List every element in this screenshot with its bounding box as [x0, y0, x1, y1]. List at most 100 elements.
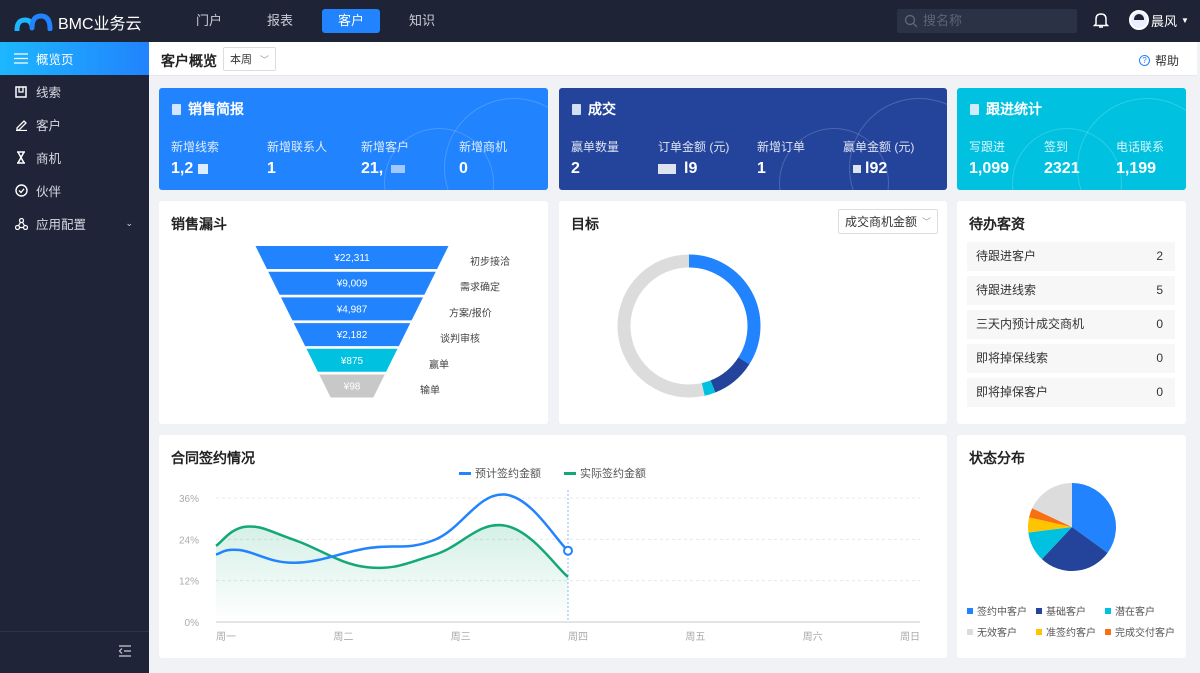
- sales-brief-card: 销售简报 新增线索 1,2 新增联系人 1 新增客户 21, 新增商机 0: [159, 88, 548, 190]
- funnel-value: ¥875: [340, 356, 364, 367]
- donut-segment: [617, 254, 705, 398]
- funnel-stage-label: 输单: [420, 384, 440, 397]
- followup-card: 跟进统计 写跟进 1,099 签到 2321 电话联系 1,199: [957, 88, 1186, 190]
- funnel-value: ¥98: [343, 382, 361, 393]
- deals-card: 成交 赢单数量 2 订单金额 (元) l9 新增订单 1 赢单金额 (元) l92: [559, 88, 947, 190]
- funnel-stage-label: 需求确定: [460, 281, 500, 294]
- stat-label: 写跟进: [969, 140, 1006, 154]
- todo-label: 三天内预计成交商机: [976, 317, 1085, 331]
- target-donut-chart: [617, 254, 761, 398]
- stat-label: 新增客户: [361, 140, 410, 154]
- share-nodes-icon: [14, 217, 28, 230]
- sidebar-item-customers[interactable]: 客户: [0, 108, 149, 141]
- period-value: 本周: [230, 54, 252, 66]
- pen-icon: [14, 119, 28, 131]
- legend-item[interactable]: 潜在客户: [1105, 603, 1155, 618]
- y-tick-label: 24%: [179, 535, 199, 546]
- sidebar-item-partners[interactable]: 伙伴: [0, 174, 149, 207]
- pie-chart: [1028, 483, 1116, 571]
- help-link[interactable]: ? 帮助: [1138, 52, 1179, 69]
- user-menu[interactable]: 晨风 ▼: [1129, 10, 1189, 30]
- funnel-value: ¥22,311: [333, 253, 370, 264]
- sidebar-item-label: 商机: [36, 152, 62, 166]
- todo-item[interactable]: 即将掉保客户 0: [967, 378, 1175, 407]
- period-select[interactable]: 本周 ﹀: [223, 47, 276, 71]
- sidebar-item-label: 线索: [36, 86, 62, 100]
- sidebar-footer: [0, 631, 149, 673]
- sidebar-item-label: 客户: [36, 119, 62, 133]
- legend-label: 完成交付客户: [1115, 628, 1175, 639]
- search-input[interactable]: 搜名称: [897, 9, 1077, 33]
- funnel-stage-label: 方案/报价: [449, 306, 492, 319]
- card-title: 销售简报: [188, 101, 244, 117]
- legend-item[interactable]: 准签约客户: [1036, 624, 1096, 639]
- todo-label: 即将掉保客户: [976, 385, 1049, 399]
- stat-value: 1: [757, 160, 766, 177]
- stat-label: 赢单数量: [571, 140, 620, 154]
- nav-knowledge[interactable]: 知识: [393, 9, 451, 33]
- collapse-sidebar-icon[interactable]: [118, 645, 132, 657]
- sidebar-item-opportunities[interactable]: 商机: [0, 141, 149, 174]
- masked-digit: [853, 164, 861, 173]
- nav-portal[interactable]: 门户: [180, 9, 238, 33]
- bell-icon[interactable]: [1093, 11, 1109, 29]
- funnel-stage-label: 初步接洽: [470, 255, 510, 268]
- legend-item[interactable]: 无效客户: [967, 624, 1017, 639]
- help-icon: ?: [1138, 55, 1150, 66]
- card-title: 跟进统计: [986, 101, 1042, 117]
- stat-label: 新增联系人: [267, 140, 328, 154]
- todo-item[interactable]: 即将掉保线索 0: [967, 344, 1175, 373]
- legend-item[interactable]: 签约中客户: [967, 603, 1027, 618]
- help-label: 帮助: [1154, 54, 1179, 68]
- todo-label: 即将掉保线索: [976, 351, 1049, 365]
- stat-label: 新增商机: [459, 140, 508, 154]
- sidebar-item-label: 伙伴: [36, 185, 62, 199]
- legend-item[interactable]: 基础客户: [1036, 603, 1086, 618]
- stat-value: 1,199: [1116, 160, 1157, 177]
- funnel-chart: ¥22,311 初步接洽 ¥9,009 需求确定 ¥4,987 方案/报价 ¥2,182 谈判…: [255, 246, 510, 398]
- stat-value: 0: [459, 160, 468, 177]
- donut-segment: [701, 380, 716, 396]
- stat-label: 新增订单: [757, 140, 806, 154]
- x-tick-label: 周三: [451, 631, 471, 643]
- todo-count: 0: [1156, 351, 1163, 365]
- sidebar-item-app-config[interactable]: 应用配置 ⌄: [0, 207, 149, 240]
- y-tick-label: 36%: [179, 494, 199, 505]
- funnel-value: ¥2,182: [336, 330, 368, 341]
- legend-label: 潜在客户: [1115, 607, 1155, 618]
- stat-label: 签到: [1044, 140, 1069, 154]
- sidebar-item-label: 概览页: [36, 53, 74, 67]
- todo-item[interactable]: 待跟进线索 5: [967, 276, 1175, 305]
- legend-swatch: [1105, 628, 1111, 635]
- todo-count: 5: [1156, 283, 1163, 297]
- stat-value: 1: [267, 160, 276, 177]
- legend-swatch: [967, 628, 973, 635]
- hourglass-icon: [14, 151, 28, 164]
- clue-icon: [14, 85, 28, 98]
- stat-value: l9: [684, 160, 698, 177]
- document-icon: [970, 103, 979, 115]
- brand-logo[interactable]: BMC业务云: [14, 10, 142, 34]
- avatar: [1129, 10, 1149, 30]
- sidebar-item-clues[interactable]: 线索: [0, 75, 149, 108]
- todo-item[interactable]: 三天内预计成交商机 0: [967, 310, 1175, 339]
- stat-value: l92: [865, 160, 888, 177]
- legend-label: 签约中客户: [977, 607, 1027, 618]
- todo-label: 待跟进客户: [976, 249, 1037, 263]
- sidebar-item-overview[interactable]: 概览页: [0, 42, 149, 75]
- stat-value: 21,: [361, 160, 384, 177]
- todo-count: 2: [1156, 249, 1163, 263]
- x-tick-label: 周六: [803, 631, 823, 643]
- masked-digit: [391, 164, 406, 173]
- nav-reports[interactable]: 报表: [251, 9, 309, 33]
- funnel-stage-label: 赢单: [429, 358, 449, 371]
- legend-item[interactable]: 完成交付客户: [1105, 624, 1175, 639]
- funnel-stage-label: 谈判审核: [440, 332, 480, 345]
- nav-customers[interactable]: 客户: [322, 9, 380, 33]
- menu-icon: [14, 53, 28, 64]
- search-placeholder: 搜名称: [923, 13, 963, 28]
- legend-label: 基础客户: [1046, 607, 1086, 618]
- todo-item[interactable]: 待跟进客户 2: [967, 242, 1175, 271]
- user-name: 晨风: [1151, 13, 1178, 29]
- x-tick-label: 周四: [568, 631, 588, 643]
